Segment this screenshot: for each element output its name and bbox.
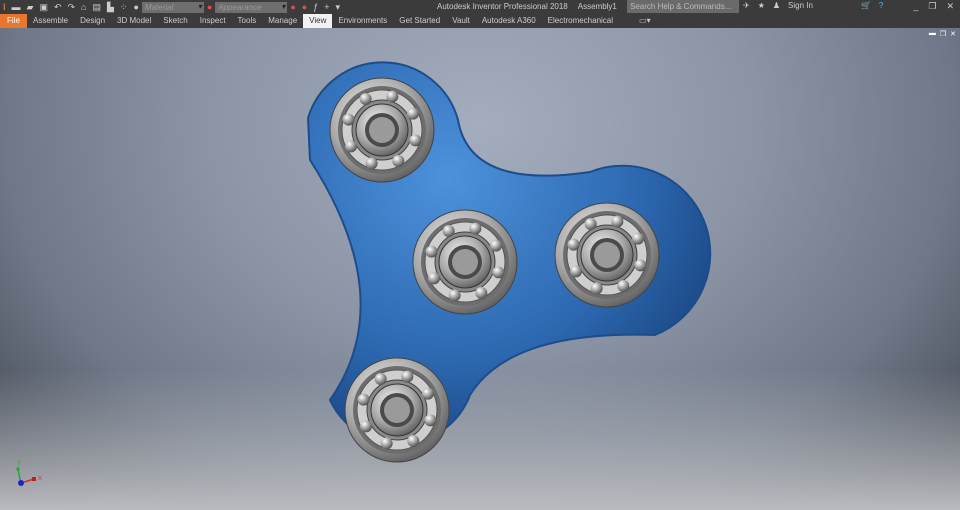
close-icon[interactable]: ✕	[950, 30, 956, 38]
restore-icon[interactable]: ❐	[940, 30, 946, 38]
y-axis-label: Y	[17, 461, 21, 467]
bearing	[344, 357, 450, 463]
fidget-spinner-model[interactable]: Y X	[0, 0, 960, 510]
minimize-icon[interactable]: ▬	[929, 30, 936, 38]
viewport-controls: ▬ ❐ ✕	[929, 30, 956, 38]
bearing	[329, 77, 435, 183]
x-axis-label: X	[38, 476, 42, 482]
axis-triad: Y X	[16, 461, 42, 486]
bearing	[412, 209, 518, 315]
bearing	[554, 202, 660, 308]
